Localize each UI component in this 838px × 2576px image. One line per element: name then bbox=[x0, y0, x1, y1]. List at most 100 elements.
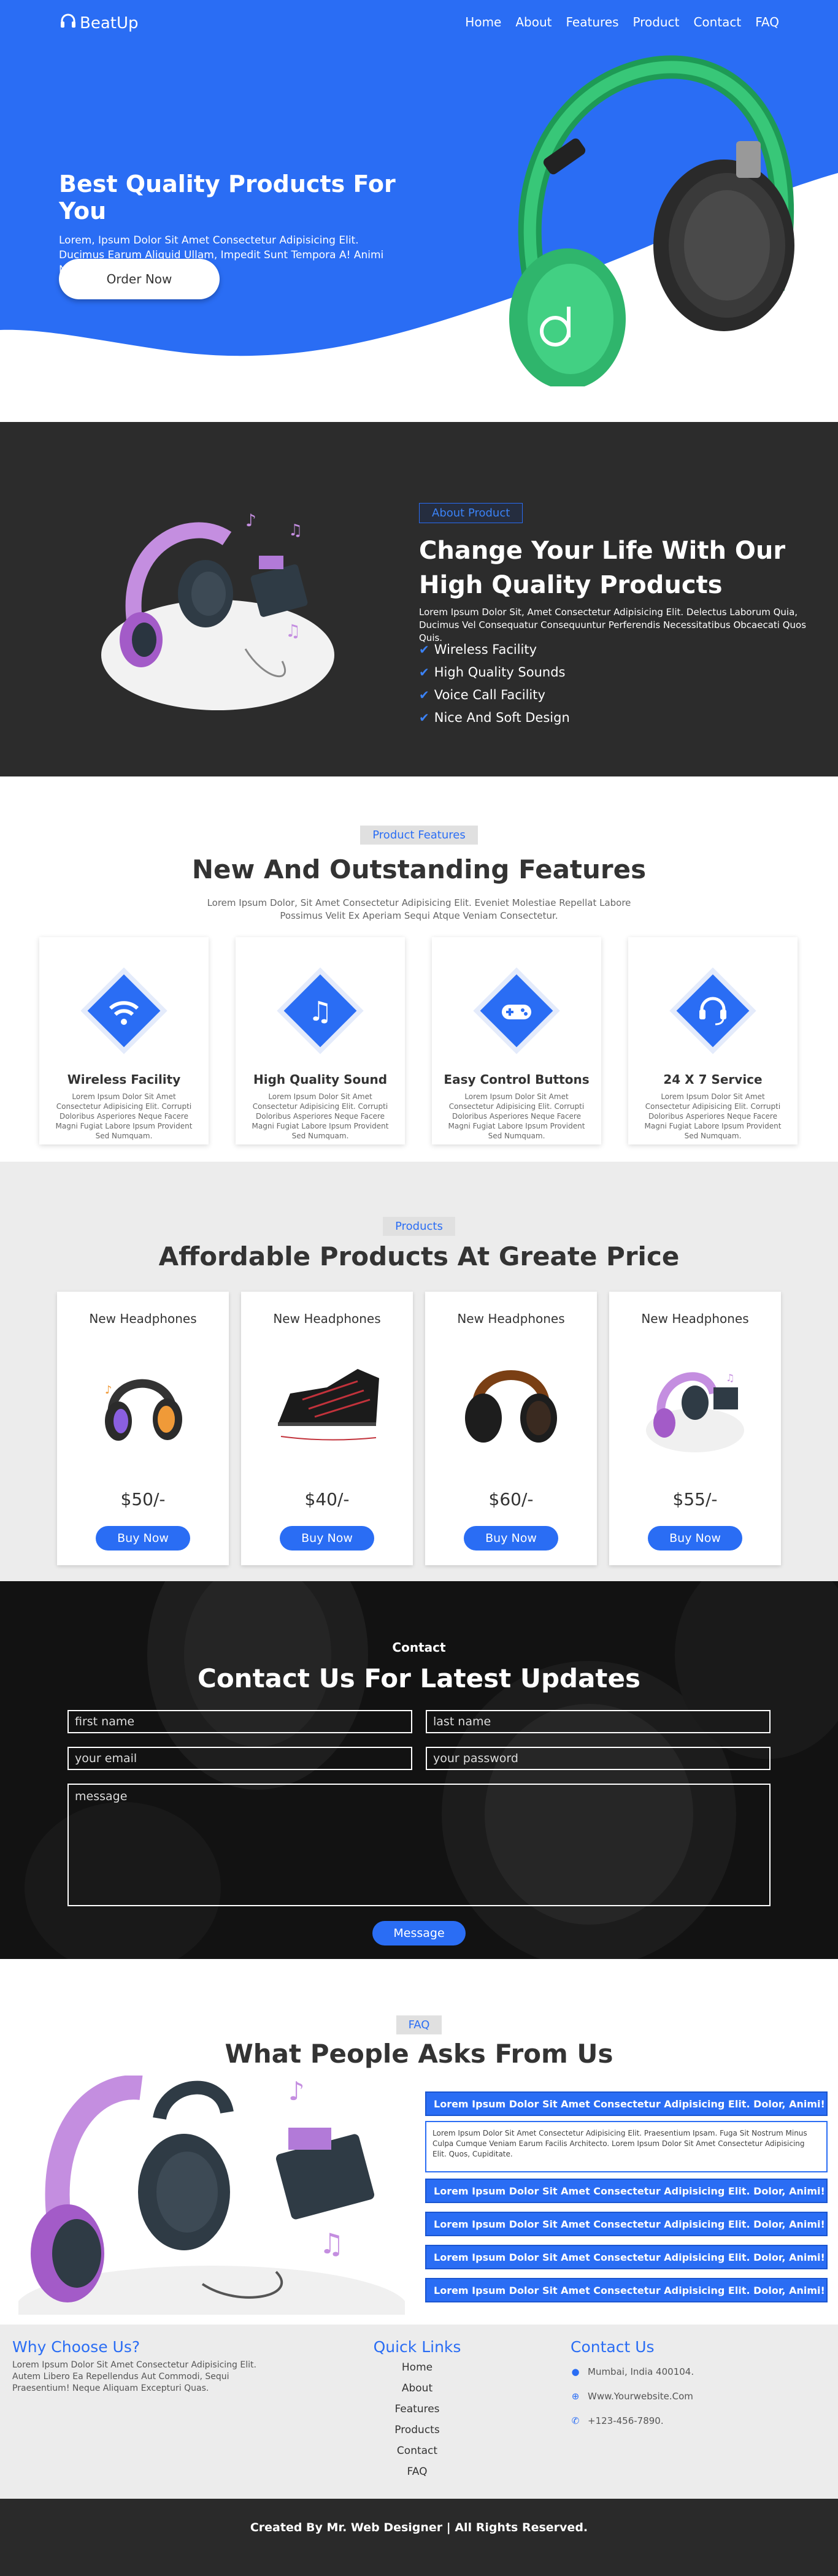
brand-logo[interactable]: BeatUp bbox=[60, 13, 139, 33]
hero-section: BeatUp Home About Features Product Conta… bbox=[0, 0, 838, 422]
double-check-icon: ✔ bbox=[419, 687, 429, 702]
features-title: New And Outstanding Features bbox=[191, 854, 647, 884]
footer-link-features[interactable]: Features bbox=[356, 2399, 479, 2420]
feature-card-controls: Easy Control Buttons Lorem Ipsum Dolor S… bbox=[432, 937, 601, 1144]
product-card: New Headphones ♫ $55/- Buy Now bbox=[609, 1292, 781, 1565]
list-item: ✔ Nice And Soft Design bbox=[419, 710, 570, 725]
footer-link-contact[interactable]: Contact bbox=[356, 2440, 479, 2461]
faq-question-1[interactable]: Lorem Ipsum Dolor Sit Amet Consectetur A… bbox=[425, 2091, 828, 2116]
feature-card-desc: Lorem Ipsum Dolor Sit Amet Consectetur A… bbox=[252, 1092, 389, 1140]
list-item: ✔ High Quality Sounds bbox=[419, 664, 566, 680]
footer-link-faq[interactable]: FAQ bbox=[356, 2461, 479, 2482]
feature-card-service: 24 X 7 Service Lorem Ipsum Dolor Sit Ame… bbox=[628, 937, 798, 1144]
faq-title: What People Asks From Us bbox=[225, 2039, 613, 2069]
buy-now-button[interactable]: Buy Now bbox=[464, 1526, 558, 1551]
buy-now-button[interactable]: Buy Now bbox=[648, 1526, 742, 1551]
feature-card-title: 24 X 7 Service bbox=[663, 1072, 763, 1087]
product-price: $50/- bbox=[120, 1489, 166, 1509]
features-description: Lorem Ipsum Dolor, Sit Amet Consectetur … bbox=[207, 897, 631, 921]
product-card: New Headphones $40/- Buy Now bbox=[241, 1292, 413, 1565]
map-marker-icon: ● bbox=[571, 2366, 580, 2377]
svg-text:♫: ♫ bbox=[308, 996, 332, 1027]
about-section: ♪ ♫ ♫ About Product Change Your Life Wit… bbox=[0, 422, 838, 776]
svg-text:♪: ♪ bbox=[245, 510, 256, 531]
product-name: New Headphones bbox=[641, 1311, 749, 1326]
footer-links-title: Quick Links bbox=[373, 2338, 461, 2356]
double-check-icon: ✔ bbox=[419, 710, 429, 725]
nav-product[interactable]: Product bbox=[633, 15, 680, 29]
feature-card-wireless: Wireless Facility Lorem Ipsum Dolor Sit … bbox=[39, 937, 209, 1144]
about-title: Change Your Life With Our High Quality P… bbox=[419, 537, 786, 599]
footer-contact-title: Contact Us bbox=[571, 2338, 655, 2356]
faq-section: FAQ What People Asks From Us ♪ ♫ Lorem I… bbox=[0, 1959, 838, 2325]
faq-question-5[interactable]: Lorem Ipsum Dolor Sit Amet Consectetur A… bbox=[425, 2278, 828, 2302]
product-image-violet-headphones: ♫ bbox=[646, 1372, 744, 1452]
footer-link-about[interactable]: About bbox=[356, 2378, 479, 2399]
feature-card-title: Easy Control Buttons bbox=[444, 1072, 590, 1087]
faq-headphones-illustration: ♪ ♫ bbox=[18, 2076, 405, 2315]
svg-text:♫: ♫ bbox=[319, 2227, 344, 2260]
last-name-input[interactable] bbox=[426, 1710, 771, 1733]
product-name: New Headphones bbox=[273, 1311, 381, 1326]
footer-link-home[interactable]: Home bbox=[356, 2357, 479, 2378]
nav-contact[interactable]: Contact bbox=[693, 15, 741, 29]
products-section: Products Affordable Products At Greate P… bbox=[0, 1162, 838, 1581]
globe-icon: ⊕ bbox=[571, 2391, 580, 2402]
footer-why-desc: Lorem Ipsum Dolor Sit Amet Consectetur A… bbox=[12, 2360, 256, 2393]
nav-faq[interactable]: FAQ bbox=[755, 15, 779, 29]
message-button[interactable]: Message bbox=[372, 1921, 466, 1945]
nav-home[interactable]: Home bbox=[465, 15, 501, 29]
hero-title: Best Quality Products For You bbox=[59, 171, 396, 224]
about-headphones-illustration: ♪ ♫ ♫ bbox=[101, 510, 334, 710]
phone-icon: ✆ bbox=[571, 2415, 580, 2426]
feature-card-title: High Quality Sound bbox=[253, 1072, 388, 1087]
product-name: New Headphones bbox=[89, 1311, 197, 1326]
list-item: ✔ Voice Call Facility bbox=[419, 687, 545, 702]
product-image-red-sneaker bbox=[278, 1369, 379, 1441]
svg-text:♫: ♫ bbox=[726, 1372, 734, 1384]
faq-question-3[interactable]: Lorem Ipsum Dolor Sit Amet Consectetur A… bbox=[425, 2212, 828, 2236]
feature-card-desc: Lorem Ipsum Dolor Sit Amet Consectetur A… bbox=[644, 1092, 782, 1140]
green-headphones-image bbox=[509, 55, 794, 386]
footer-address: ● Mumbai, India 400104. bbox=[571, 2366, 694, 2377]
feature-card-desc: Lorem Ipsum Dolor Sit Amet Consectetur A… bbox=[55, 1092, 193, 1140]
about-tag: About Product bbox=[419, 503, 523, 523]
copyright-bar: Created By Mr. Web Designer | All Rights… bbox=[0, 2499, 838, 2576]
double-check-icon: ✔ bbox=[419, 664, 429, 680]
nav-features[interactable]: Features bbox=[566, 15, 619, 29]
music-icon: ♫ bbox=[277, 967, 364, 1054]
nav-about[interactable]: About bbox=[515, 15, 552, 29]
contact-label: Contact bbox=[392, 1640, 446, 1655]
contact-title: Contact Us For Latest Updates bbox=[198, 1663, 640, 1693]
product-card: New Headphones $60/- Buy Now bbox=[425, 1292, 597, 1565]
headphones-icon bbox=[60, 13, 76, 33]
product-price: $40/- bbox=[304, 1489, 350, 1509]
footer-phone: ✆ +123-456-7890. bbox=[571, 2415, 664, 2426]
svg-text:♪: ♪ bbox=[288, 2076, 305, 2106]
footer-link-products[interactable]: Products bbox=[356, 2420, 479, 2440]
buy-now-button[interactable]: Buy Now bbox=[96, 1526, 190, 1551]
message-textarea[interactable] bbox=[67, 1784, 771, 1906]
footer-why-title: Why Choose Us? bbox=[12, 2338, 140, 2356]
footer-contact: Contact Us ● Mumbai, India 400104. ⊕ Www.Y… bbox=[571, 2338, 816, 2433]
svg-text:♫: ♫ bbox=[288, 521, 302, 540]
footer-website: ⊕ Www.Yourwebsite.Com bbox=[571, 2391, 693, 2402]
wifi-icon bbox=[80, 967, 167, 1054]
feature-card-desc: Lorem Ipsum Dolor Sit Amet Consectetur A… bbox=[448, 1092, 585, 1140]
order-now-button[interactable]: Order Now bbox=[59, 259, 220, 299]
contact-section: Contact Contact Us For Latest Updates Me… bbox=[0, 1581, 838, 1959]
password-input[interactable] bbox=[426, 1747, 771, 1770]
email-input[interactable] bbox=[67, 1747, 412, 1770]
double-check-icon: ✔ bbox=[419, 642, 429, 657]
features-section: Product Features New And Outstanding Fea… bbox=[0, 776, 838, 1162]
product-card: New Headphones ♪ $50/- Buy Now bbox=[57, 1292, 229, 1565]
list-item: ✔ Wireless Facility bbox=[419, 642, 537, 657]
faq-tag: FAQ bbox=[396, 2015, 442, 2034]
buy-now-button[interactable]: Buy Now bbox=[280, 1526, 374, 1551]
first-name-input[interactable] bbox=[67, 1710, 412, 1733]
faq-question-2[interactable]: Lorem Ipsum Dolor Sit Amet Consectetur A… bbox=[425, 2179, 828, 2203]
faq-question-4[interactable]: Lorem Ipsum Dolor Sit Amet Consectetur A… bbox=[425, 2245, 828, 2269]
product-name: New Headphones bbox=[457, 1311, 565, 1326]
headset-icon bbox=[669, 967, 756, 1054]
footer-quick-links: Quick Links Home About Features Products… bbox=[356, 2338, 479, 2482]
